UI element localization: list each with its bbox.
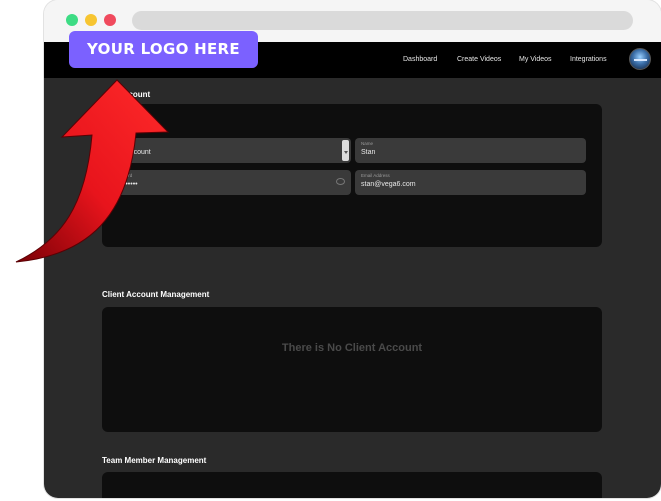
account-type-select[interactable]: nt Account (112, 138, 351, 163)
name-value: Stan (361, 149, 376, 156)
team-management-panel (102, 472, 602, 498)
password-value: •••••••• (118, 181, 138, 188)
account-panel: nt Account Name Stan ssword •••••••• Ema… (102, 104, 602, 247)
window-maximize-button[interactable] (66, 14, 78, 26)
page-viewport: Dashboard Create Videos My Videos Integr… (44, 42, 661, 498)
nav-dashboard[interactable]: Dashboard (403, 56, 437, 63)
nav-create-videos[interactable]: Create Videos (457, 56, 501, 63)
eye-icon[interactable] (336, 178, 345, 185)
logo-placeholder-badge: YOUR LOGO HERE (69, 31, 258, 68)
team-management-title: Team Member Management (102, 456, 207, 465)
window-minimize-button[interactable] (85, 14, 97, 26)
email-value: stan@vega6.com (361, 181, 416, 188)
password-field[interactable]: ssword •••••••• (112, 170, 351, 195)
email-label: Email Address (361, 173, 390, 178)
nav-my-videos[interactable]: My Videos (519, 56, 552, 63)
account-type-value: nt Account (118, 149, 151, 156)
name-label: Name (361, 141, 374, 146)
avatar-decoration (634, 59, 647, 61)
nav-integrations[interactable]: Integrations (570, 56, 607, 63)
client-management-title: Client Account Management (102, 290, 210, 299)
user-avatar[interactable] (629, 48, 651, 70)
name-field[interactable]: Name Stan (355, 138, 586, 163)
client-management-panel: There is No Client Account (102, 307, 602, 432)
select-scroll-handle[interactable] (342, 140, 349, 161)
window-close-button[interactable] (104, 14, 116, 26)
email-field[interactable]: Email Address stan@vega6.com (355, 170, 586, 195)
browser-window: Dashboard Create Videos My Videos Integr… (44, 0, 661, 498)
address-bar[interactable] (132, 11, 633, 30)
client-empty-message: There is No Client Account (281, 342, 423, 354)
account-section-title: ccount (124, 90, 151, 99)
password-label: ssword (118, 173, 133, 178)
